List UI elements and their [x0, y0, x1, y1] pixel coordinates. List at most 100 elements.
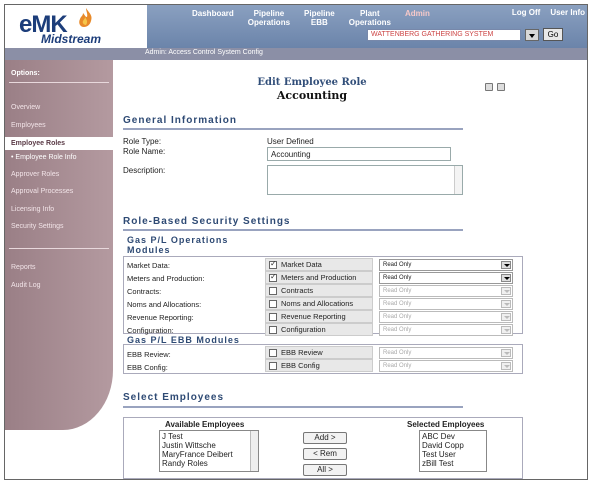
revenue-reporting-checkbox[interactable]: [269, 313, 277, 321]
sidebar-item-overview[interactable]: Overview: [11, 104, 40, 111]
chevron-down-icon: [501, 349, 511, 357]
available-list-scrollbar[interactable]: [250, 431, 258, 471]
list-item[interactable]: Test User: [422, 450, 484, 459]
list-item[interactable]: ABC Dev: [422, 432, 484, 441]
flame-icon: [79, 8, 92, 27]
main-content: Edit Employee Role Accounting General In…: [117, 60, 587, 479]
sidebar-item-approver-roles[interactable]: Approver Roles: [11, 171, 59, 178]
meters-production-label: Meters and Production:: [127, 274, 205, 283]
sidebar-title: Options:: [11, 70, 40, 77]
gas-ops-modules-title: Gas P/L Operations Modules: [127, 235, 229, 255]
ebb-config-checkbox-label: EBB Config: [281, 361, 320, 370]
market-data-access-value: Read Only: [383, 262, 412, 268]
section-security-title: Role-Based Security Settings: [123, 216, 291, 227]
logoff-link[interactable]: Log Off: [512, 8, 540, 17]
description-textarea[interactable]: [267, 165, 463, 195]
ebb-review-checkbox-label: EBB Review: [281, 348, 323, 357]
remove-button[interactable]: < Rem: [303, 448, 347, 460]
ebb-review-checkbox[interactable]: [269, 349, 277, 357]
description-label: Description:: [123, 166, 166, 175]
ebb-review-label: EBB Review:: [127, 350, 171, 359]
nav-pipeline-ebb[interactable]: Pipeline EBB: [297, 7, 342, 35]
sidebar-divider: [9, 82, 109, 83]
logo: eMK Midstream: [5, 5, 147, 48]
breadcrumb: Admin: Access Control System Config: [5, 48, 587, 60]
list-item[interactable]: J Test: [162, 432, 256, 441]
meters-production-access-value: Read Only: [383, 275, 412, 281]
section-rule: [123, 229, 463, 231]
go-button[interactable]: Go: [543, 28, 563, 41]
role-type-label: Role Type:: [123, 137, 162, 146]
market-data-checkbox-label: Market Data: [281, 260, 322, 269]
meters-production-access-select[interactable]: Read Only: [379, 272, 513, 284]
contracts-field: Contracts: [265, 284, 373, 297]
market-data-label: Market Data:: [127, 261, 170, 270]
configuration-label: Configuration:: [127, 326, 174, 335]
page-title: Edit Employee Role: [257, 77, 367, 88]
list-item[interactable]: MaryFrance Deibert: [162, 450, 256, 459]
sidebar-item-approval-processes[interactable]: Approval Processes: [11, 188, 73, 195]
configuration-checkbox[interactable]: [269, 326, 277, 334]
section-employees-title: Select Employees: [123, 392, 225, 403]
list-item[interactable]: David Copp: [422, 441, 484, 450]
market-data-field: Market Data: [265, 258, 373, 271]
export-icon[interactable]: [485, 83, 493, 91]
list-item[interactable]: Justin Wittsche: [162, 441, 256, 450]
noms-allocations-checkbox-label: Noms and Allocations: [281, 299, 354, 308]
chevron-down-icon[interactable]: [501, 261, 511, 269]
list-item[interactable]: Randy Roles: [162, 459, 256, 468]
system-select[interactable]: WATTENBERG GATHERING SYSTEM: [367, 29, 521, 41]
role-name-label: Role Name:: [123, 147, 166, 156]
sidebar-item-employees[interactable]: Employees: [11, 122, 46, 129]
sidebar-divider: [9, 248, 109, 249]
sidebar-item-security-settings[interactable]: Security Settings: [11, 223, 64, 230]
sidebar-item-employee-roles[interactable]: Employee Roles: [5, 137, 117, 150]
chevron-down-icon[interactable]: [501, 274, 511, 282]
market-data-checkbox[interactable]: [269, 259, 277, 269]
role-type-value: User Defined: [267, 137, 314, 146]
ebb-config-checkbox[interactable]: [269, 362, 277, 370]
sidebar-subitem-employee-role-info[interactable]: • Employee Role Info: [11, 154, 77, 161]
noms-allocations-checkbox[interactable]: [269, 300, 277, 308]
noms-allocations-access-select: Read Only: [379, 298, 513, 310]
chevron-down-icon: [501, 313, 511, 321]
revenue-reporting-access-select: Read Only: [379, 311, 513, 323]
meters-production-checkbox[interactable]: [269, 272, 277, 282]
chevron-down-icon: [501, 287, 511, 295]
meters-production-checkbox-label: Meters and Production: [281, 273, 357, 282]
ebb-config-access-select: Read Only: [379, 360, 513, 372]
add-all-button[interactable]: All >: [303, 464, 347, 476]
market-data-access-select[interactable]: Read Only: [379, 259, 513, 271]
contracts-checkbox-label: Contracts: [281, 286, 314, 295]
sidebar-item-licensing-info[interactable]: Licensing Info: [11, 206, 54, 213]
selected-employees-list[interactable]: ABC Dev David Copp Test User zBill Test: [419, 430, 487, 472]
add-button[interactable]: Add >: [303, 432, 347, 444]
userinfo-link[interactable]: User Info: [550, 8, 585, 17]
role-name-input[interactable]: Accounting: [267, 147, 451, 161]
ebb-config-label: EBB Config:: [127, 363, 168, 372]
logo-subtext: Midstream: [41, 32, 102, 46]
page-tools: [485, 83, 505, 91]
available-employees-list[interactable]: J Test Justin Wittsche MaryFrance Deiber…: [159, 430, 259, 472]
section-rule: [123, 128, 463, 130]
configuration-checkbox-label: Configuration: [281, 325, 326, 334]
system-select-dropdown-icon[interactable]: [525, 29, 539, 41]
sidebar-item-reports[interactable]: Reports: [11, 264, 36, 271]
print-icon[interactable]: [497, 83, 505, 91]
contracts-access-value: Read Only: [383, 288, 412, 294]
header-links: Log Off User Info: [512, 8, 585, 17]
ebb-config-field: EBB Config: [265, 359, 373, 372]
noms-allocations-field: Noms and Allocations: [265, 297, 373, 310]
sidebar-item-audit-log[interactable]: Audit Log: [11, 282, 41, 289]
contracts-access-select: Read Only: [379, 285, 513, 297]
list-item[interactable]: zBill Test: [422, 459, 484, 468]
app-window: eMK Midstream Dashboard Pipeline Operati…: [4, 4, 588, 480]
nav-dashboard[interactable]: Dashboard: [185, 7, 241, 35]
description-scrollbar[interactable]: [454, 166, 462, 194]
chevron-down-icon: [501, 326, 511, 334]
contracts-checkbox[interactable]: [269, 287, 277, 295]
configuration-field: Configuration: [265, 323, 373, 336]
ebb-review-field: EBB Review: [265, 346, 373, 359]
nav-pipeline-operations[interactable]: Pipeline Operations: [241, 7, 297, 35]
page-subtitle: Accounting: [276, 89, 348, 102]
